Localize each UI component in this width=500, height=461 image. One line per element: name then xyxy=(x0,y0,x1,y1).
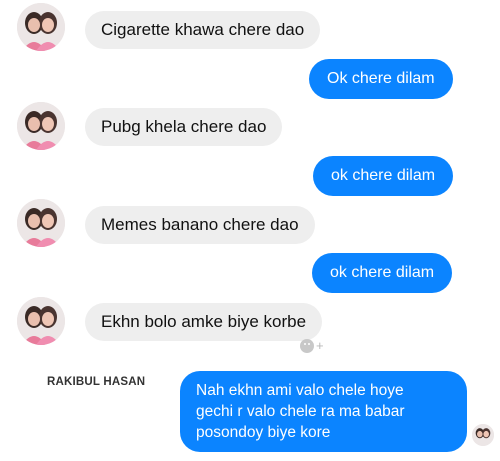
received-message[interactable]: Pubg khela chere dao xyxy=(85,108,283,146)
message-text: Pubg khela chere dao xyxy=(101,117,267,136)
profile-photo-icon xyxy=(17,3,65,51)
watermark-text: RAKIBUL HASAN xyxy=(47,376,146,388)
message-line: Nah ekhn ami valo chele hoye xyxy=(196,382,404,399)
contact-avatar[interactable] xyxy=(17,199,65,247)
contact-avatar[interactable] xyxy=(17,102,65,150)
profile-photo-icon xyxy=(17,297,65,345)
message-line: gechi r valo chele ra ma babar xyxy=(196,403,405,420)
message-text: Cigarette khawa chere dao xyxy=(101,20,305,39)
received-message[interactable]: Cigarette khawa chere dao xyxy=(85,11,321,49)
profile-photo-icon xyxy=(472,424,494,446)
add-reaction-label: + xyxy=(316,338,324,353)
sent-message[interactable]: ok chere dilam xyxy=(313,156,454,196)
message-text: ok chere dilam xyxy=(330,264,435,281)
sent-message[interactable]: Nah ekhn ami valo chele hoye gechi r val… xyxy=(180,371,467,452)
contact-avatar[interactable] xyxy=(17,297,65,345)
message-text: Memes banano chere dao xyxy=(101,215,299,234)
received-message[interactable]: Ekhn bolo amke biye korbe xyxy=(85,303,323,341)
message-text: Ok chere dilam xyxy=(327,70,435,87)
seen-receipt-avatar xyxy=(472,424,494,446)
message-line: posondoy biye kore xyxy=(196,424,331,441)
profile-photo-icon xyxy=(17,102,65,150)
received-message[interactable]: Memes banano chere dao xyxy=(85,206,315,244)
sent-message[interactable]: Ok chere dilam xyxy=(309,59,453,99)
sent-message[interactable]: ok chere dilam xyxy=(312,253,453,293)
add-reaction-icon xyxy=(300,338,314,353)
contact-avatar[interactable] xyxy=(17,3,65,51)
add-reaction-button[interactable]: + xyxy=(300,338,324,353)
profile-photo-icon xyxy=(17,199,65,247)
message-text: Ekhn bolo amke biye korbe xyxy=(101,312,307,331)
message-text: ok chere dilam xyxy=(331,167,436,184)
